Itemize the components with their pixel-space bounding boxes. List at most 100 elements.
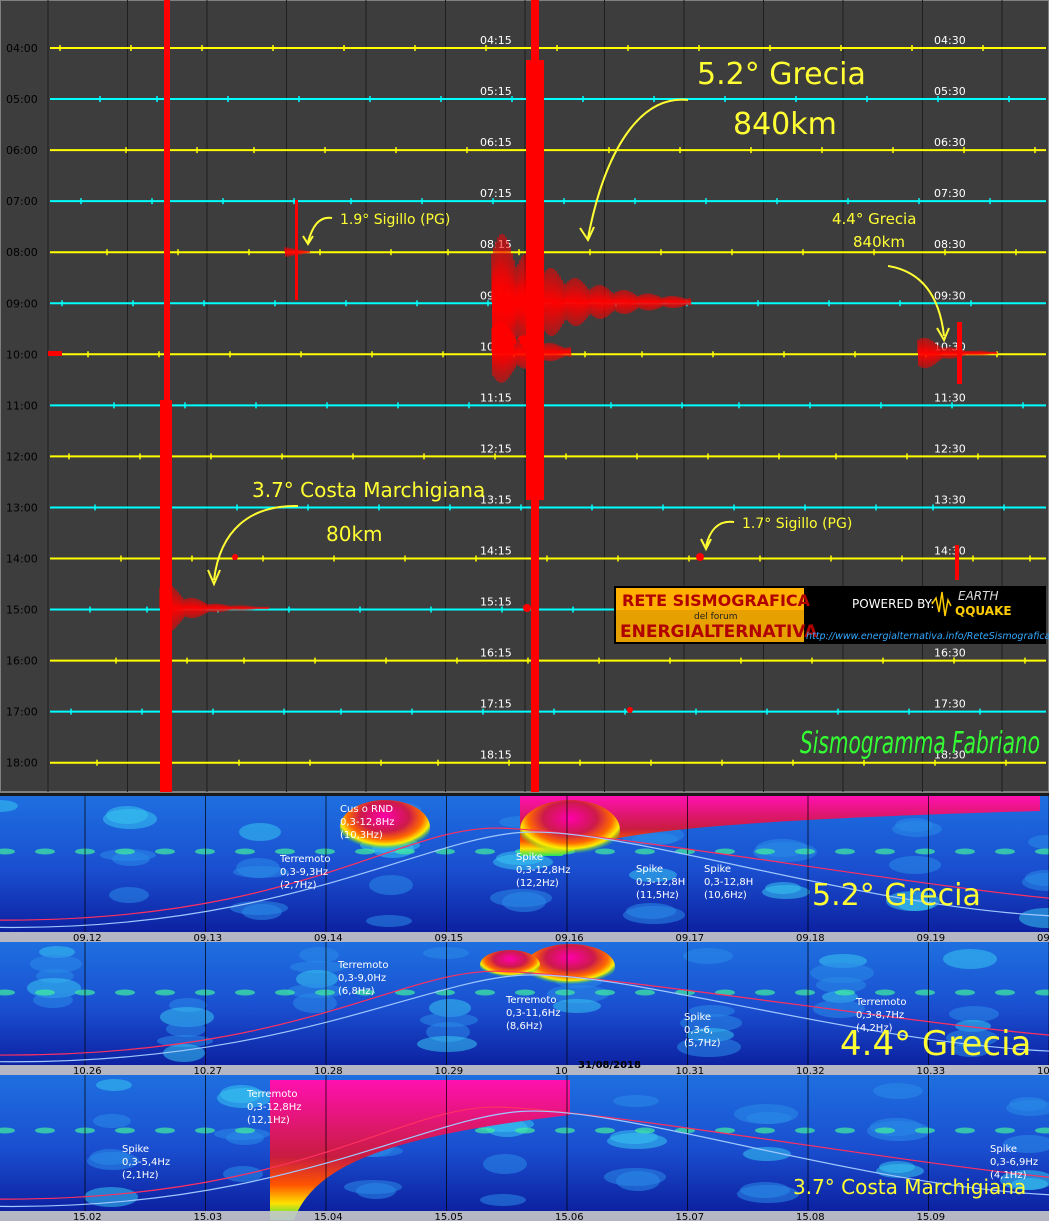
- mid-time-label: 04:15: [480, 34, 512, 47]
- mid-time-label: 07:15: [480, 187, 512, 200]
- spectrogram-label: 5.2° Grecia: [812, 878, 981, 913]
- left-time-label: 05:00: [6, 93, 38, 106]
- spectrogram-note: 0,3-12,8H: [636, 877, 685, 888]
- spectrogram-note: Cus o RND: [340, 804, 393, 815]
- left-time-label: 04:00: [6, 42, 38, 55]
- greece44-distance: 840km: [853, 233, 905, 251]
- mid-time-label: 14:15: [480, 545, 512, 558]
- spectrogram-note: (11,5Hz): [636, 890, 679, 901]
- left-time-label: 11:00: [6, 399, 38, 412]
- spectrogram-greece-44: 10.2610.2710.2810.291010.3110.3210.3310.…: [0, 942, 1049, 1077]
- mid-time-label: 15:15: [480, 596, 512, 609]
- right-time-label: 07:30: [934, 187, 966, 200]
- spectrogram-note: Terremoto: [279, 854, 330, 865]
- greece44-magnitude: 4.4° Grecia: [832, 210, 916, 228]
- spectrogram-note: 0,3-8,7Hz: [856, 1010, 904, 1021]
- spectrogram-note: 0,3-5,4Hz: [122, 1157, 170, 1168]
- logo-line1: RETE SISMOGRAFICA: [622, 591, 811, 610]
- spectrogram-label: 3.7° Costa Marchigiana: [793, 1175, 1026, 1199]
- left-time-label: 10:00: [6, 348, 38, 361]
- right-time-label: 14:30: [934, 545, 966, 558]
- spectrogram-date: 31/08/2018: [578, 1060, 641, 1071]
- spectrogram-tick-label: 15.07: [676, 1212, 705, 1221]
- spectrogram-note: Spike: [704, 864, 731, 875]
- spectrogram-note: (6,8Hz): [338, 986, 375, 997]
- spectrogram-note: 0,3-12,8H: [704, 877, 753, 888]
- logo-earth: EARTH: [958, 589, 998, 603]
- spectrogram-note: 0,3-6,9Hz: [990, 1157, 1038, 1168]
- seismogram-title: Sismogramma Fabriano: [800, 726, 1040, 761]
- mid-time-label: 12:15: [480, 442, 512, 455]
- spectrogram-note: Terremoto: [246, 1089, 297, 1100]
- spectrogram-note: Terremoto: [505, 995, 556, 1006]
- right-time-label: 12:30: [934, 442, 966, 455]
- mid-time-label: 05:15: [480, 85, 512, 98]
- spectrogram-note: 0,3-9,0Hz: [338, 973, 386, 984]
- spectrogram-tick-label: 15.08: [796, 1212, 825, 1221]
- mid-time-label: 17:15: [480, 698, 512, 711]
- right-time-label: 09:30: [934, 289, 966, 302]
- spectrogram-note: Spike: [990, 1144, 1017, 1155]
- spectrogram-note: (2,7Hz): [280, 880, 317, 891]
- right-time-label: 13:30: [934, 493, 966, 506]
- spectrogram-note: 0,3-11,6Hz: [506, 1008, 561, 1019]
- mid-time-label: 18:15: [480, 749, 512, 762]
- spectrogram-note: Terremoto: [855, 997, 906, 1008]
- spectrogram-note: (2,1Hz): [122, 1170, 159, 1181]
- spectrogram-note: (10,3Hz): [340, 830, 383, 841]
- left-time-label: 06:00: [6, 144, 38, 157]
- left-time-label: 16:00: [6, 655, 38, 668]
- spectrogram-note: (10,6Hz): [704, 890, 747, 901]
- spectrogram-note: (12,1Hz): [247, 1115, 290, 1126]
- right-time-label: 16:30: [934, 647, 966, 660]
- right-time-label: 11:30: [934, 391, 966, 404]
- left-time-label: 07:00: [6, 195, 38, 208]
- spectrogram-tick-label: 15.05: [435, 1212, 464, 1221]
- marche-magnitude: 3.7° Costa Marchigiana: [252, 478, 485, 502]
- left-time-label: 15:00: [6, 604, 38, 617]
- spectrogram-note: 0,3-12,8Hz: [340, 817, 395, 828]
- mid-time-label: 06:15: [480, 136, 512, 149]
- network-logo: RETE SISMOGRAFICA del forum ENERGIALTERN…: [614, 586, 1049, 644]
- spectrogram-note: Terremoto: [337, 960, 388, 971]
- spectrogram-tick-label: 15.02: [73, 1212, 102, 1221]
- logo-qquake: QQUAKE: [955, 604, 1012, 618]
- greece52-magnitude: 5.2° Grecia: [697, 57, 866, 92]
- canvas: 04:00 04:15 04:30 05:00 05:15 05:30 06:00 06:15…: [0, 0, 1049, 1221]
- left-time-label: 17:00: [6, 706, 38, 719]
- greece52-distance: 840km: [733, 107, 837, 142]
- spectrogram-tick-label: 15.04: [314, 1212, 343, 1221]
- logo-powered: POWERED BY:: [852, 597, 934, 611]
- right-time-label: 17:30: [934, 698, 966, 711]
- spectrogram-note: 0,3-9,3Hz: [280, 867, 328, 878]
- spectrogram-note: Spike: [516, 852, 543, 863]
- right-time-label: 05:30: [934, 85, 966, 98]
- logo-url: http://www.energialternativa.info/ReteSi…: [806, 631, 1049, 642]
- mid-time-label: 11:15: [480, 391, 512, 404]
- spectrogram-note: (12,2Hz): [516, 878, 559, 889]
- spectrogram-note: (5,7Hz): [684, 1038, 721, 1049]
- mid-time-label: 16:15: [480, 647, 512, 660]
- right-time-label: 08:30: [934, 238, 966, 251]
- left-time-label: 12:00: [6, 450, 38, 463]
- left-time-label: 08:00: [6, 246, 38, 259]
- spectrogram-note: 0,3-12,8Hz: [516, 865, 571, 876]
- spectrogram-tick-label: 15.03: [194, 1212, 223, 1221]
- logo-line3: ENERGIALTERNATIVA: [620, 622, 818, 642]
- spectrogram-note: 0,3-6,: [684, 1025, 713, 1036]
- spectrogram-marche: 15.02 15.03 15.04 15.05 15.06 15.07 15.08 15.09…: [0, 1075, 1049, 1221]
- left-time-label: 09:00: [6, 297, 38, 310]
- marche-distance: 80km: [326, 522, 383, 546]
- spectrogram-label: 4.4° Grecia: [840, 1024, 1031, 1064]
- spectrogram-note: Spike: [636, 864, 663, 875]
- spectrogram-note: Spike: [122, 1144, 149, 1155]
- right-time-label: 04:30: [934, 34, 966, 47]
- spectrogram-tick-label: 15.09: [917, 1212, 946, 1221]
- spectrogram-note: 0,3-12,8Hz: [247, 1102, 302, 1113]
- sigillo19-label: 1.9° Sigillo (PG): [340, 212, 450, 228]
- left-time-label: 18:00: [6, 757, 38, 770]
- spectrogram-tick-label: 15.06: [555, 1212, 584, 1221]
- right-time-label: 06:30: [934, 136, 966, 149]
- spectrogram-note: (8,6Hz): [506, 1021, 543, 1032]
- sigillo17-label: 1.7° Sigillo (PG): [742, 516, 852, 532]
